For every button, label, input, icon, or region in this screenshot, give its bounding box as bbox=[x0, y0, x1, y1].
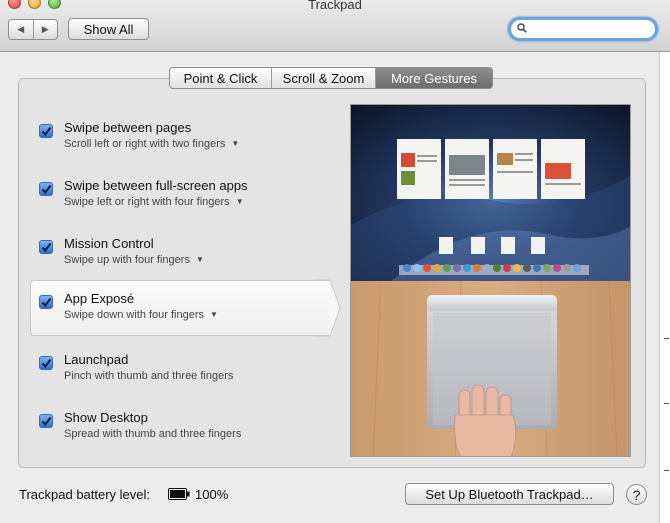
tab-scroll-and-zoom[interactable]: Scroll & Zoom bbox=[272, 68, 376, 88]
window-title: Trackpad bbox=[308, 0, 362, 12]
tab-bar: Point & Click Scroll & Zoom More Gesture… bbox=[169, 67, 493, 89]
gesture-option-dropdown[interactable]: Swipe up with four fingers ▼ bbox=[64, 254, 204, 266]
checkmark-icon bbox=[41, 297, 51, 307]
checkmark-icon bbox=[41, 358, 51, 368]
tab-more-gestures[interactable]: More Gestures bbox=[376, 68, 492, 88]
preview-illustration bbox=[351, 105, 630, 456]
forward-button[interactable]: ▶ bbox=[34, 20, 58, 39]
swipe-between-full-screen-apps-checkbox[interactable] bbox=[39, 182, 53, 196]
gesture-title: Launchpad bbox=[64, 352, 129, 367]
gesture-title: Swipe between pages bbox=[64, 120, 192, 135]
gesture-row-swipe-between-full-screen-apps: Swipe between full-screen apps Swipe lef… bbox=[30, 168, 330, 224]
gesture-row-launchpad: Launchpad Pinch with thumb and three fin… bbox=[30, 342, 330, 398]
chevron-down-icon: ▼ bbox=[195, 255, 204, 264]
search-field[interactable] bbox=[508, 17, 658, 41]
gesture-subtitle: Swipe left or right with four fingers bbox=[64, 196, 230, 208]
battery-icon bbox=[168, 488, 190, 500]
chevron-down-icon: ▼ bbox=[210, 310, 218, 319]
gesture-preview-video bbox=[350, 104, 631, 457]
swipe-between-pages-checkbox[interactable] bbox=[39, 124, 53, 138]
gesture-row-app-expose[interactable]: App Exposé Swipe down with four fingers ▼ bbox=[30, 280, 330, 336]
background-mark bbox=[664, 470, 669, 471]
background-mark bbox=[664, 338, 669, 339]
gesture-subtitle: Swipe up with four fingers bbox=[64, 254, 190, 266]
gesture-option-dropdown[interactable]: Swipe left or right with four fingers ▼ bbox=[64, 196, 244, 208]
gesture-subtitle: Swipe down with four fingers bbox=[64, 309, 205, 321]
search-input[interactable] bbox=[531, 21, 651, 37]
gesture-row-swipe-between-pages: Swipe between pages Scroll left or right… bbox=[30, 110, 330, 166]
chevron-down-icon: ▼ bbox=[231, 139, 240, 148]
gesture-option-dropdown[interactable]: Swipe down with four fingers ▼ bbox=[64, 309, 218, 321]
checkmark-icon bbox=[41, 184, 51, 194]
checkmark-icon bbox=[41, 126, 51, 136]
gesture-subtitle: Pinch with thumb and three fingers bbox=[64, 370, 234, 382]
gesture-title: Swipe between full-screen apps bbox=[64, 178, 248, 193]
checkmark-icon bbox=[41, 416, 51, 426]
back-forward-control: ◀ ▶ bbox=[8, 19, 58, 40]
gesture-subtitle: Spread with thumb and three fingers bbox=[64, 428, 242, 440]
launchpad-checkbox[interactable] bbox=[39, 356, 53, 370]
background-mark bbox=[664, 403, 669, 404]
battery-level-label: Trackpad battery level: bbox=[19, 487, 151, 502]
background-window-edge bbox=[659, 52, 670, 523]
window-toolbar: Trackpad ◀ ▶ Show All bbox=[0, 0, 670, 52]
help-button[interactable]: ? bbox=[626, 484, 647, 505]
set-up-bluetooth-trackpad-button[interactable]: Set Up Bluetooth Trackpad… bbox=[405, 483, 614, 505]
app-expose-checkbox[interactable] bbox=[39, 295, 53, 309]
search-icon bbox=[517, 23, 527, 33]
gesture-title: App Exposé bbox=[64, 291, 135, 306]
gesture-row-show-desktop: Show Desktop Spread with thumb and three… bbox=[30, 400, 330, 456]
battery-level-value: 100% bbox=[195, 487, 229, 502]
gesture-subtitle: Scroll left or right with two fingers bbox=[64, 138, 226, 150]
gesture-title: Mission Control bbox=[64, 236, 154, 251]
gesture-option-dropdown[interactable]: Scroll left or right with two fingers ▼ bbox=[64, 138, 239, 150]
tab-point-and-click[interactable]: Point & Click bbox=[170, 68, 272, 88]
gesture-title: Show Desktop bbox=[64, 410, 148, 425]
mission-control-checkbox[interactable] bbox=[39, 240, 53, 254]
gesture-row-mission-control: Mission Control Swipe up with four finge… bbox=[30, 226, 330, 282]
show-desktop-checkbox[interactable] bbox=[39, 414, 53, 428]
checkmark-icon bbox=[41, 242, 51, 252]
chevron-down-icon: ▼ bbox=[235, 197, 244, 206]
show-all-button[interactable]: Show All bbox=[68, 18, 149, 40]
back-button[interactable]: ◀ bbox=[9, 20, 34, 39]
